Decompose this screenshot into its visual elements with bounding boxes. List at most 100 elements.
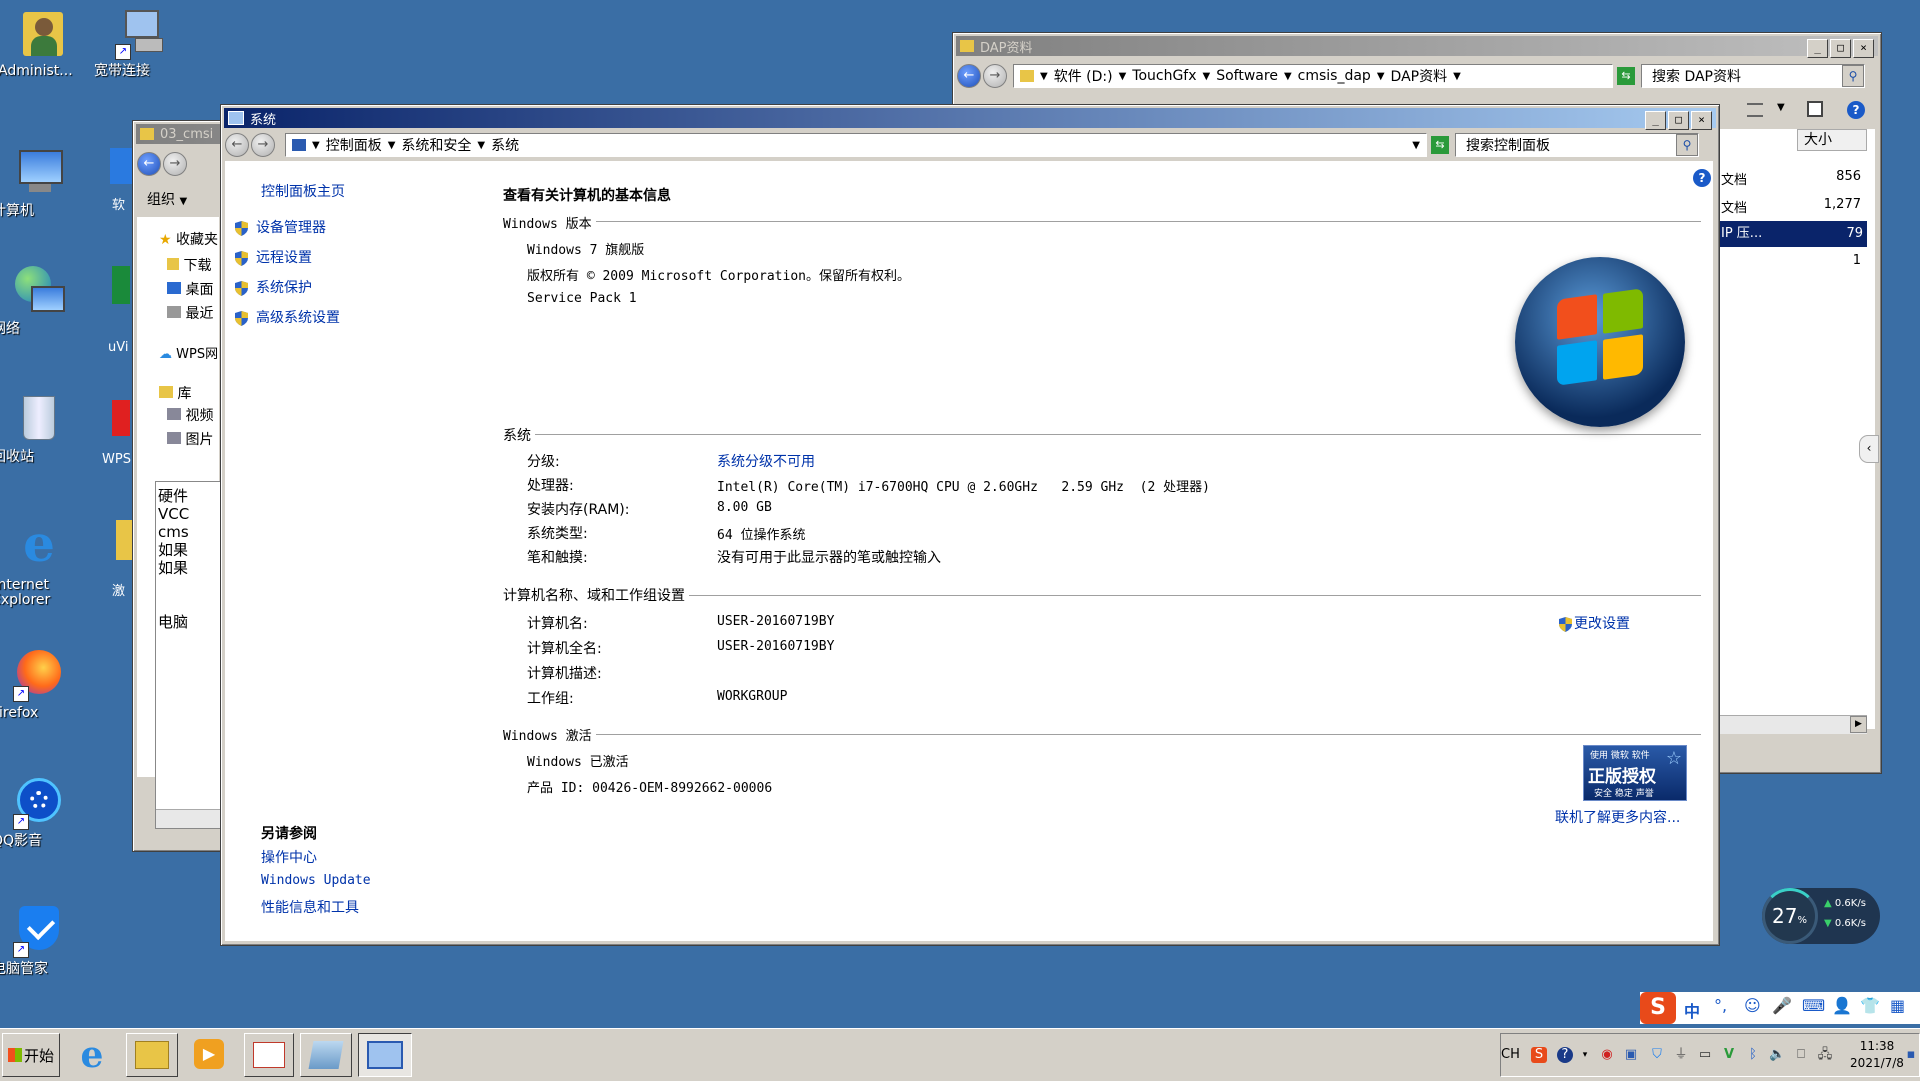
- volume-icon[interactable]: 🔈: [1769, 1047, 1785, 1063]
- column-header-size[interactable]: 大小: [1797, 129, 1867, 151]
- vpn-icon[interactable]: V: [1721, 1047, 1737, 1063]
- sidebar-item-videos[interactable]: 视频: [167, 405, 213, 425]
- forward-button[interactable]: →: [983, 64, 1007, 88]
- sogou-logo-icon[interactable]: S: [1640, 992, 1676, 1024]
- horizontal-scrollbar[interactable]: ▶: [1717, 715, 1867, 734]
- keyboard-icon[interactable]: ⌨: [1802, 996, 1825, 1015]
- forward-button[interactable]: →: [163, 152, 187, 176]
- maximize-button[interactable]: □: [1668, 111, 1689, 130]
- desktop-icon-partial-software[interactable]: 软: [110, 148, 132, 213]
- change-settings-link[interactable]: 更改设置: [1559, 613, 1630, 633]
- show-desktop-icon[interactable]: ▪: [1903, 1047, 1919, 1063]
- user-icon[interactable]: 👤: [1832, 996, 1852, 1015]
- taskbar-control-panel-button[interactable]: [358, 1033, 412, 1077]
- scroll-right-button[interactable]: ▶: [1850, 716, 1867, 733]
- desktop-icon-broadband[interactable]: ↗ 宽带连接: [94, 6, 186, 79]
- network-speed-widget[interactable]: 27% ▲ 0.6K/s ▼ 0.6K/s: [1762, 888, 1880, 944]
- back-button[interactable]: ←: [137, 152, 161, 176]
- desktop-icon-computer[interactable]: 计算机: [0, 146, 84, 219]
- table-row[interactable]: 1: [1721, 253, 1861, 275]
- bag-icon[interactable]: ▣: [1623, 1047, 1639, 1063]
- dap-title-bar[interactable]: DAP资料 _ □ ×: [956, 36, 1878, 58]
- sidebar-item-downloads[interactable]: 下载: [167, 255, 211, 275]
- sidebar-item-wps-cloud[interactable]: ☁ WPS网: [159, 343, 218, 362]
- preview-pane-icon[interactable]: [1807, 101, 1823, 117]
- collapse-arrow-icon[interactable]: ‹: [1859, 435, 1879, 463]
- sidebar-item-desktop[interactable]: 桌面: [167, 279, 213, 299]
- security-shield-icon[interactable]: ⛉: [1649, 1047, 1665, 1063]
- breadcrumb-item[interactable]: 软件 (D:): [1054, 66, 1113, 86]
- breadcrumb-item[interactable]: cmsis_dap: [1298, 68, 1371, 84]
- ime-language-toggle[interactable]: 中: [1684, 998, 1700, 1022]
- bluetooth-icon[interactable]: ᛒ: [1745, 1047, 1761, 1063]
- table-row[interactable]: 文档 1,277: [1721, 197, 1861, 219]
- remote-settings-link[interactable]: 远程设置: [235, 247, 312, 267]
- maximize-button[interactable]: □: [1830, 39, 1851, 58]
- learn-more-online-link[interactable]: 联机了解更多内容...: [1555, 807, 1680, 827]
- back-button[interactable]: ←: [225, 133, 249, 157]
- punctuation-icon[interactable]: °,: [1714, 996, 1727, 1015]
- control-panel-search-input[interactable]: 搜索控制面板 ⚲: [1455, 133, 1699, 157]
- search-icon[interactable]: ⚲: [1676, 134, 1698, 156]
- desktop-icon-qq-player[interactable]: ↗ QQ影音: [0, 776, 84, 849]
- rating-value-link[interactable]: 系统分级不可用: [717, 451, 815, 471]
- breadcrumb-item[interactable]: TouchGfx: [1132, 68, 1196, 84]
- quick-launch-ie-icon[interactable]: e: [74, 1037, 110, 1073]
- desktop-icon-network[interactable]: 网络: [0, 264, 84, 337]
- performance-info-link[interactable]: 性能信息和工具: [261, 897, 359, 917]
- system-address-bar[interactable]: ▼ 控制面板 ▼ 系统和安全 ▼ 系统 ▼: [285, 133, 1427, 157]
- desktop-icon-recycle-bin[interactable]: 回收站: [0, 392, 84, 465]
- safely-remove-icon[interactable]: ⎕: [1793, 1047, 1809, 1063]
- dap-address-bar[interactable]: ▼ 软件 (D:) ▼ TouchGfx ▼ Software ▼ cmsis_dap…: [1013, 64, 1613, 88]
- close-button[interactable]: ×: [1691, 111, 1712, 130]
- start-button[interactable]: 开始: [2, 1033, 60, 1077]
- desktop-icon-firefox[interactable]: ↗ Firefox: [0, 648, 84, 721]
- ime-toolbar[interactable]: S 中 °, ☺ 🎤 ⌨ 👤 👕 ▦: [1640, 992, 1920, 1024]
- toolbox-grid-icon[interactable]: ▦: [1890, 996, 1905, 1015]
- minimize-button[interactable]: _: [1807, 39, 1828, 58]
- close-button[interactable]: ×: [1853, 39, 1874, 58]
- breadcrumb-item[interactable]: 控制面板: [326, 135, 382, 155]
- action-center-link[interactable]: 操作中心: [261, 847, 317, 867]
- dap-search-input[interactable]: 搜索 DAP资料 ⚲: [1641, 64, 1865, 88]
- desktop-icon-partial-activate[interactable]: 激: [110, 520, 134, 600]
- sidebar-item-recent[interactable]: 最近: [167, 303, 213, 323]
- device-manager-link[interactable]: 设备管理器: [235, 217, 326, 237]
- organize-button[interactable]: 组织 ▼: [147, 189, 187, 209]
- windows-update-link[interactable]: Windows Update: [261, 873, 371, 888]
- input-language-indicator[interactable]: CH: [1501, 1047, 1520, 1062]
- refresh-icon[interactable]: ⇆: [1617, 67, 1635, 85]
- system-protection-link[interactable]: 系统保护: [235, 277, 312, 297]
- usb-icon[interactable]: ⏚: [1673, 1047, 1689, 1063]
- table-row[interactable]: 文档 856: [1721, 169, 1861, 191]
- minimize-button[interactable]: _: [1645, 111, 1666, 130]
- desktop-icon-administrator[interactable]: Administ...: [0, 6, 90, 79]
- microphone-icon[interactable]: 🎤: [1772, 996, 1792, 1015]
- search-icon[interactable]: ⚲: [1842, 65, 1864, 87]
- back-button[interactable]: ←: [957, 64, 981, 88]
- help-icon[interactable]: ?: [1847, 101, 1865, 119]
- address-history-dropdown-icon[interactable]: ▼: [1412, 140, 1420, 151]
- help-icon[interactable]: ?: [1557, 1047, 1573, 1063]
- sidebar-item-favorites[interactable]: ★ 收藏夹: [159, 229, 218, 249]
- refresh-icon[interactable]: ⇆: [1431, 136, 1449, 154]
- taskbar-notepad-button[interactable]: [300, 1033, 352, 1077]
- network-icon[interactable]: 🖧: [1817, 1047, 1833, 1063]
- desktop-icon-partial-wps[interactable]: WPS: [102, 400, 132, 470]
- breadcrumb-item[interactable]: DAP资料: [1391, 66, 1448, 86]
- sidebar-item-libraries[interactable]: 库: [159, 383, 191, 403]
- skin-shirt-icon[interactable]: 👕: [1860, 996, 1880, 1015]
- sogou-tray-icon[interactable]: S: [1531, 1047, 1547, 1063]
- view-options-icon[interactable]: [1747, 103, 1763, 117]
- clock[interactable]: 11:38 2021/7/8: [1847, 1038, 1907, 1072]
- breadcrumb-item[interactable]: 系统: [491, 135, 519, 155]
- chevron-down-icon[interactable]: ▼: [1777, 102, 1785, 113]
- forward-button[interactable]: →: [251, 133, 275, 157]
- help-icon[interactable]: ?: [1693, 169, 1711, 187]
- emoji-icon[interactable]: ☺: [1744, 996, 1761, 1015]
- desktop-icon-partial-uvision[interactable]: uVi: [108, 266, 132, 356]
- desktop-icon-ie[interactable]: e Internet Explorer: [0, 519, 84, 608]
- sidebar-item-pictures[interactable]: 图片: [167, 429, 213, 449]
- taskbar-explorer-button[interactable]: [126, 1033, 178, 1077]
- taskbar-presentation-button[interactable]: [244, 1033, 294, 1077]
